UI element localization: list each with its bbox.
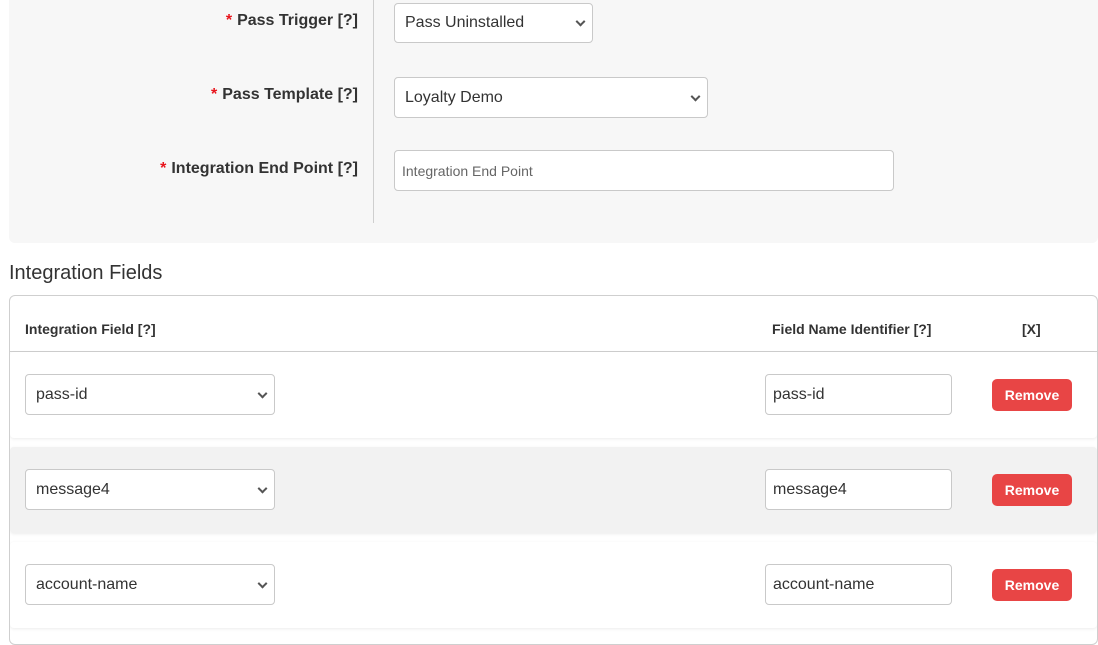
chevron-down-icon xyxy=(257,388,268,399)
pass-trigger-label-text: Pass Trigger [?] xyxy=(237,12,358,29)
required-marker: * xyxy=(225,12,233,29)
chevron-down-icon xyxy=(575,16,586,27)
pass-trigger-select[interactable]: Pass Uninstalled xyxy=(394,3,593,43)
integration-field-select[interactable]: message4 xyxy=(25,469,275,510)
table-row: pass-id pass-id Remove xyxy=(10,352,1097,438)
pass-template-label: * Pass Template [?] xyxy=(211,86,358,104)
field-name-identifier-value: account-name xyxy=(773,575,875,593)
chevron-down-icon xyxy=(257,483,268,494)
remove-button[interactable]: Remove xyxy=(992,379,1072,411)
integration-fields-title: Integration Fields xyxy=(9,262,163,284)
integration-field-value: pass-id xyxy=(36,385,88,403)
field-name-identifier-input[interactable]: pass-id xyxy=(765,374,952,415)
column-header-field-name-identifier: Field Name Identifier [?] xyxy=(772,321,932,337)
integration-field-select[interactable]: account-name xyxy=(25,564,275,605)
integration-end-point-label-text: Integration End Point [?] xyxy=(171,160,358,177)
column-header-remove: [X] xyxy=(1022,321,1041,337)
integration-end-point-placeholder: Integration End Point xyxy=(402,162,533,179)
integration-field-value: message4 xyxy=(36,480,110,498)
remove-button[interactable]: Remove xyxy=(992,569,1072,601)
pass-template-value: Loyalty Demo xyxy=(405,88,503,106)
pass-trigger-value: Pass Uninstalled xyxy=(405,14,525,31)
required-marker: * xyxy=(160,160,167,177)
table-row: account-name account-name Remove xyxy=(10,542,1097,628)
integration-field-select[interactable]: pass-id xyxy=(25,374,275,415)
field-name-identifier-value: message4 xyxy=(773,480,847,498)
integration-end-point-input[interactable]: Integration End Point xyxy=(394,150,894,191)
table-row: message4 message4 Remove xyxy=(10,447,1097,533)
field-name-identifier-input[interactable]: message4 xyxy=(765,469,952,510)
field-name-identifier-input[interactable]: account-name xyxy=(765,564,952,605)
column-header-integration-field: Integration Field [?] xyxy=(25,321,156,337)
field-name-identifier-value: pass-id xyxy=(773,385,825,403)
integration-end-point-label: * Integration End Point [?] xyxy=(160,160,358,178)
integration-field-value: account-name xyxy=(36,575,138,593)
chevron-down-icon xyxy=(690,91,701,102)
panel-divider xyxy=(373,0,374,223)
remove-button[interactable]: Remove xyxy=(992,474,1072,506)
required-marker: * xyxy=(211,86,218,103)
pass-trigger-label: * Pass Trigger [?] xyxy=(226,12,358,30)
pass-template-select[interactable]: Loyalty Demo xyxy=(394,77,708,118)
integration-fields-table: Integration Field [?] Field Name Identif… xyxy=(9,295,1098,645)
chevron-down-icon xyxy=(257,578,268,589)
pass-template-label-text: Pass Template [?] xyxy=(222,86,358,103)
